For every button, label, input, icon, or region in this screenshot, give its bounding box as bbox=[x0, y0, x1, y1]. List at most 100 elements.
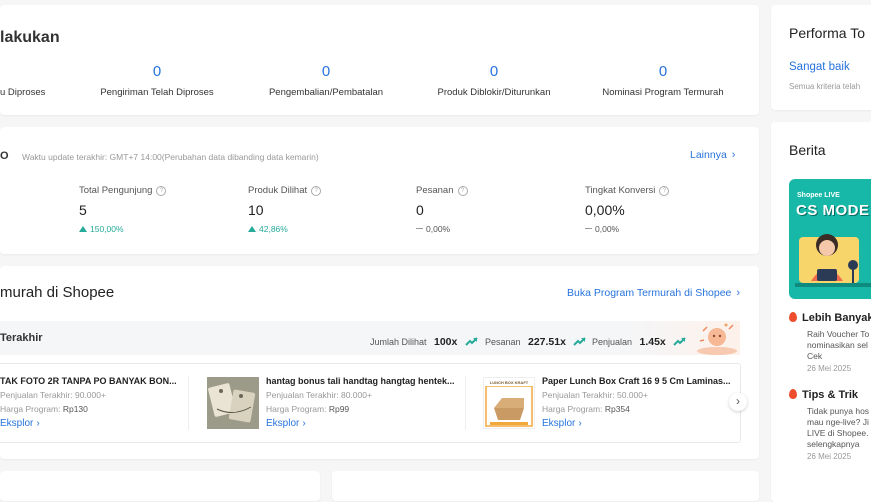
help-icon[interactable]: ? bbox=[457, 186, 468, 196]
stats-title: O bbox=[0, 150, 9, 162]
dash-icon bbox=[585, 228, 592, 229]
todo-label-shipped[interactable]: Pengiriman Telah Diproses bbox=[87, 87, 227, 98]
todo-label-nomination[interactable]: Nominasi Program Termurah bbox=[593, 87, 733, 98]
todo-card: lakukan u Diproses 0 Pengiriman Telah Di… bbox=[0, 5, 759, 115]
product-price: Harga Program: Rp99 bbox=[266, 404, 349, 414]
chevron-right-icon: › bbox=[578, 418, 582, 429]
news-item-title[interactable]: Lebih Banyak, bbox=[789, 312, 871, 324]
performance-card: Performa To Sangat baik Semua kriteria t… bbox=[771, 5, 871, 110]
carousel-next-button[interactable]: › bbox=[729, 393, 747, 411]
help-icon[interactable]: ? bbox=[156, 186, 167, 196]
help-icon[interactable]: ? bbox=[659, 186, 670, 196]
news-item-date: 26 Mei 2025 bbox=[807, 364, 852, 373]
metric-conversion-label: Tingkat Konversi? bbox=[585, 185, 670, 196]
trend-up-icon bbox=[573, 337, 587, 346]
program-banner: Terakhir Jumlah Dilihat 100x Pesanan 227… bbox=[0, 321, 740, 355]
product-price-value: Rp99 bbox=[328, 404, 350, 414]
metric-views-label: Produk Dilihat? bbox=[248, 185, 322, 196]
bottom-card-left bbox=[0, 471, 320, 501]
metric-views-value: 10 bbox=[248, 202, 264, 218]
help-icon[interactable]: ? bbox=[311, 186, 322, 196]
metric-orders-value: 0 bbox=[416, 202, 424, 218]
metric-views-label-text: Produk Dilihat bbox=[248, 185, 308, 196]
metric-conversion-label-text: Tingkat Konversi bbox=[585, 185, 656, 196]
metric-views-change-text: 42,86% bbox=[259, 224, 288, 234]
chevron-right-icon: › bbox=[731, 149, 736, 161]
todo-value-shipped[interactable]: 0 bbox=[127, 63, 187, 80]
product-image bbox=[207, 377, 259, 429]
metric-conversion-change: 0,00% bbox=[585, 224, 619, 234]
product-price-label: Harga Program: bbox=[0, 404, 61, 414]
product-image: LUNCH BOX KRAFT bbox=[483, 377, 535, 429]
product-explore-label: Eksplor bbox=[0, 418, 34, 429]
todo-label-processing[interactable]: u Diproses bbox=[0, 87, 45, 98]
stats-more-label: Lainnya bbox=[690, 149, 727, 161]
todo-value-returns[interactable]: 0 bbox=[296, 63, 356, 80]
product-card[interactable]: LUNCH BOX KRAFT Paper Lunch Box Craft 16… bbox=[466, 364, 731, 442]
chevron-right-icon: › bbox=[302, 418, 306, 429]
product-image-caption: LUNCH BOX KRAFT bbox=[489, 380, 529, 385]
chevron-right-icon: › bbox=[736, 394, 740, 408]
product-title: TAK FOTO 2R TANPA PO BANYAK BON... bbox=[0, 376, 177, 386]
summary-orders-value: 227.51x bbox=[527, 336, 566, 348]
product-sales: Penjualan Terakhir: 50.000+ bbox=[542, 390, 648, 400]
news-item-title-text: Lebih Banyak, bbox=[802, 312, 871, 324]
news-item-text: Tidak punya hos mau nge-live? Ji LIVE di… bbox=[807, 406, 870, 449]
metric-orders-label: Pesanan? bbox=[416, 185, 468, 196]
todo-value-blocked[interactable]: 0 bbox=[464, 63, 524, 80]
arrow-up-icon bbox=[79, 226, 87, 232]
fire-icon bbox=[789, 389, 797, 399]
news-item-date: 26 Mei 2025 bbox=[807, 452, 852, 461]
news-banner-badge: Shopee LIVE bbox=[797, 192, 840, 199]
summary-sales: Penjualan 1.45x bbox=[592, 332, 686, 350]
metric-visitors-label: Total Pengunjung? bbox=[79, 185, 167, 196]
news-banner[interactable]: Shopee LIVE CS MODE bbox=[789, 179, 871, 299]
metric-visitors-value: 5 bbox=[79, 202, 87, 218]
product-explore-link[interactable]: Eksplor › bbox=[542, 418, 582, 429]
product-explore-link[interactable]: Eksplor › bbox=[0, 418, 40, 429]
summary-sales-label: Penjualan bbox=[592, 337, 633, 347]
metric-orders-change: 0,00% bbox=[416, 224, 450, 234]
news-title: Berita bbox=[789, 142, 826, 158]
stats-more-link[interactable]: Lainnya › bbox=[690, 149, 735, 161]
summary-orders-label: Pesanan bbox=[485, 337, 521, 347]
todo-label-blocked[interactable]: Produk Diblokir/Diturunkan bbox=[424, 87, 564, 98]
product-explore-label: Eksplor bbox=[266, 418, 300, 429]
summary-sales-value: 1.45x bbox=[639, 336, 666, 348]
news-banner-illustration bbox=[795, 234, 871, 287]
product-price: Harga Program: Rp354 bbox=[542, 404, 630, 414]
product-title: hantag bonus tali handtag hangtag hentek… bbox=[266, 376, 455, 386]
metric-orders-change-text: 0,00% bbox=[426, 224, 451, 234]
todo-value-nomination[interactable]: 0 bbox=[633, 63, 693, 80]
chevron-right-icon: › bbox=[36, 418, 40, 429]
product-card[interactable]: hantag bonus tali handtag hangtag hentek… bbox=[189, 364, 465, 442]
news-item-title[interactable]: Tips & Trik bbox=[789, 389, 858, 401]
stats-card: O Waktu update terakhir: GMT+7 14:00(Per… bbox=[0, 127, 759, 254]
performance-title: Performa To bbox=[789, 25, 865, 41]
metric-orders-label-text: Pesanan bbox=[416, 185, 454, 196]
news-item-text: Raih Voucher To nominasikan sel Cek bbox=[807, 329, 870, 361]
product-explore-link[interactable]: Eksplor › bbox=[266, 418, 306, 429]
summary-views: Jumlah Dilihat 100x bbox=[370, 332, 478, 350]
summary-views-value: 100x bbox=[433, 336, 458, 348]
celebration-illustration bbox=[697, 323, 737, 355]
todo-label-returns[interactable]: Pengembalian/Pembatalan bbox=[256, 87, 396, 98]
performance-status[interactable]: Sangat baik bbox=[789, 61, 850, 73]
news-banner-text: CS MODE bbox=[796, 202, 870, 219]
performance-note: Semua kriteria telah bbox=[789, 82, 861, 91]
program-title: murah di Shopee bbox=[0, 284, 115, 301]
product-price-label: Harga Program: bbox=[266, 404, 327, 414]
metric-visitors-change-text: 150,00% bbox=[90, 224, 124, 234]
product-price-value: Rp354 bbox=[604, 404, 630, 414]
bottom-card-right bbox=[332, 471, 759, 501]
product-row: TAK FOTO 2R TANPA PO BANYAK BON... Penju… bbox=[0, 363, 747, 443]
program-banner-label: Terakhir bbox=[0, 332, 43, 344]
program-open-link[interactable]: Buka Program Termurah di Shopee › bbox=[567, 287, 740, 299]
news-card: Berita Shopee LIVE CS MODE Lebih Banyak,… bbox=[771, 122, 871, 502]
product-price-label: Harga Program: bbox=[542, 404, 603, 414]
todo-title: lakukan bbox=[0, 29, 60, 46]
lunch-box-illustration bbox=[485, 386, 533, 427]
product-card[interactable]: TAK FOTO 2R TANPA PO BANYAK BON... Penju… bbox=[0, 364, 188, 442]
summary-views-label: Jumlah Dilihat bbox=[370, 337, 427, 347]
product-sales: Penjualan Terakhir: 80.000+ bbox=[266, 390, 372, 400]
